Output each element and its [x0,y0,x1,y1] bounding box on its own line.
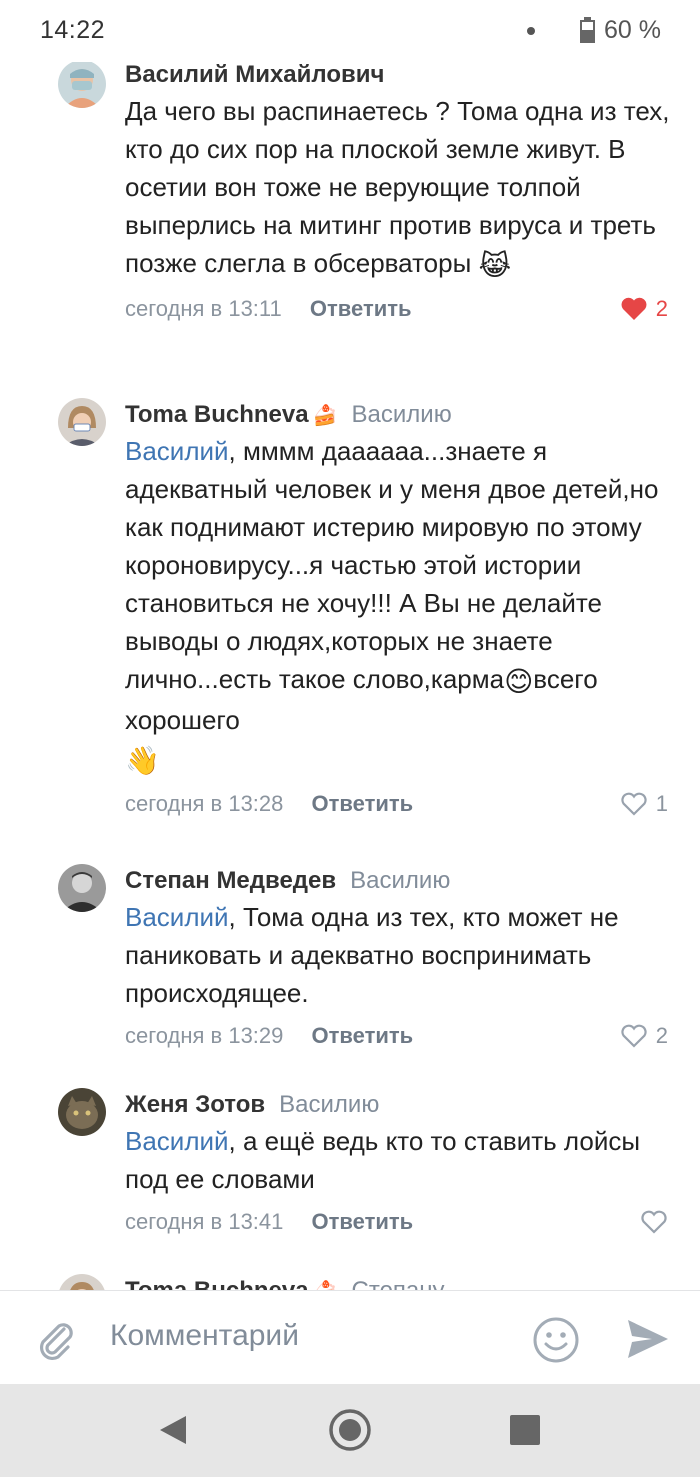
back-triangle-icon[interactable] [158,1414,188,1451]
avatar[interactable] [58,1274,106,1290]
crying-laughing-cat-emoji: 😹 [478,250,512,281]
reply-to-label[interactable]: Василию [352,401,452,428]
send-icon[interactable] [626,1318,670,1365]
notification-dot-icon [527,27,535,35]
comment-text: Да чего вы распинаетесь ? Тома одна из т… [125,92,685,285]
avatar[interactable] [58,62,106,108]
heart-icon [621,1024,647,1048]
like-button[interactable]: 2 [620,289,668,329]
comment-date: сегодня в 13:11 [125,296,282,321]
heart-icon [621,792,647,816]
comment-text: Василий, Тома одна из тех, кто может не … [125,898,685,1012]
smiling-emoji: 😊 [504,666,534,697]
like-button[interactable]: 1 [620,784,668,824]
comment-author[interactable]: Tomа Buchneva [125,401,309,428]
home-circle-icon[interactable] [328,1408,372,1457]
comment-author[interactable]: Степан Медведев [125,867,336,894]
comment-input[interactable]: Комментарий [110,1319,299,1353]
paperclip-icon[interactable] [34,1317,78,1366]
system-nav-bar [0,1384,700,1477]
cake-emoji: 🍰 [312,405,338,427]
battery-icon [580,17,595,43]
heart-icon [641,1210,667,1234]
comment-date: сегодня в 13:28 [125,791,284,816]
smile-icon[interactable] [532,1316,580,1369]
status-time: 14:22 [40,16,106,44]
reply-to-label[interactable]: Василию [350,867,450,894]
comment-author[interactable]: Василий Михайлович [125,62,384,88]
comment-text-body: , мммм дааааaa...знаете я адекватный чел… [125,436,659,694]
avatar[interactable] [58,1088,106,1136]
mention-link[interactable]: Василий [125,902,229,932]
like-count: 1 [655,791,668,816]
recent-square-icon[interactable] [510,1415,540,1445]
comment-author[interactable]: Tomа Buchneva [125,1277,309,1290]
mention-link[interactable]: Василий [125,436,229,466]
mention-link[interactable]: Василий [125,1126,229,1156]
comment-author[interactable]: Женя Зотов [125,1091,265,1118]
comment-date: сегодня в 13:29 [125,1023,284,1048]
comment-date: сегодня в 13:41 [125,1209,284,1234]
avatar[interactable] [58,398,106,446]
comment-text: Василий, мммм дааааaa...знаете я адекват… [125,432,685,780]
reply-to-label[interactable]: Василию [279,1091,379,1118]
waving-hand-emoji: 👋 [125,745,160,776]
reply-button[interactable]: Ответить [312,1209,414,1234]
like-count: 2 [655,1023,668,1048]
like-count: 2 [655,296,668,321]
reply-button[interactable]: Ответить [312,791,414,816]
heart-icon [621,297,647,320]
reply-button[interactable]: Ответить [310,296,412,321]
comment-text-body: Да чего вы распинаетесь ? Тома одна из т… [125,96,670,278]
avatar[interactable] [58,864,106,912]
like-button[interactable]: 2 [620,1016,668,1056]
cake-emoji: 🍰 [313,1277,338,1290]
reply-button[interactable]: Ответить [312,1023,414,1048]
like-button[interactable] [640,1202,668,1242]
reply-to-label[interactable]: Степану [352,1277,445,1290]
status-bar: 14:22 60 % [0,0,700,62]
battery-percent: 60 % [604,16,661,44]
comment-feed[interactable]: Василий Михайлович Да чего вы распинаете… [0,62,700,1290]
comment-text: Василий, а ещё ведь кто то ставить лойсы… [125,1122,685,1198]
comment-composer: Комментарий [0,1290,700,1384]
